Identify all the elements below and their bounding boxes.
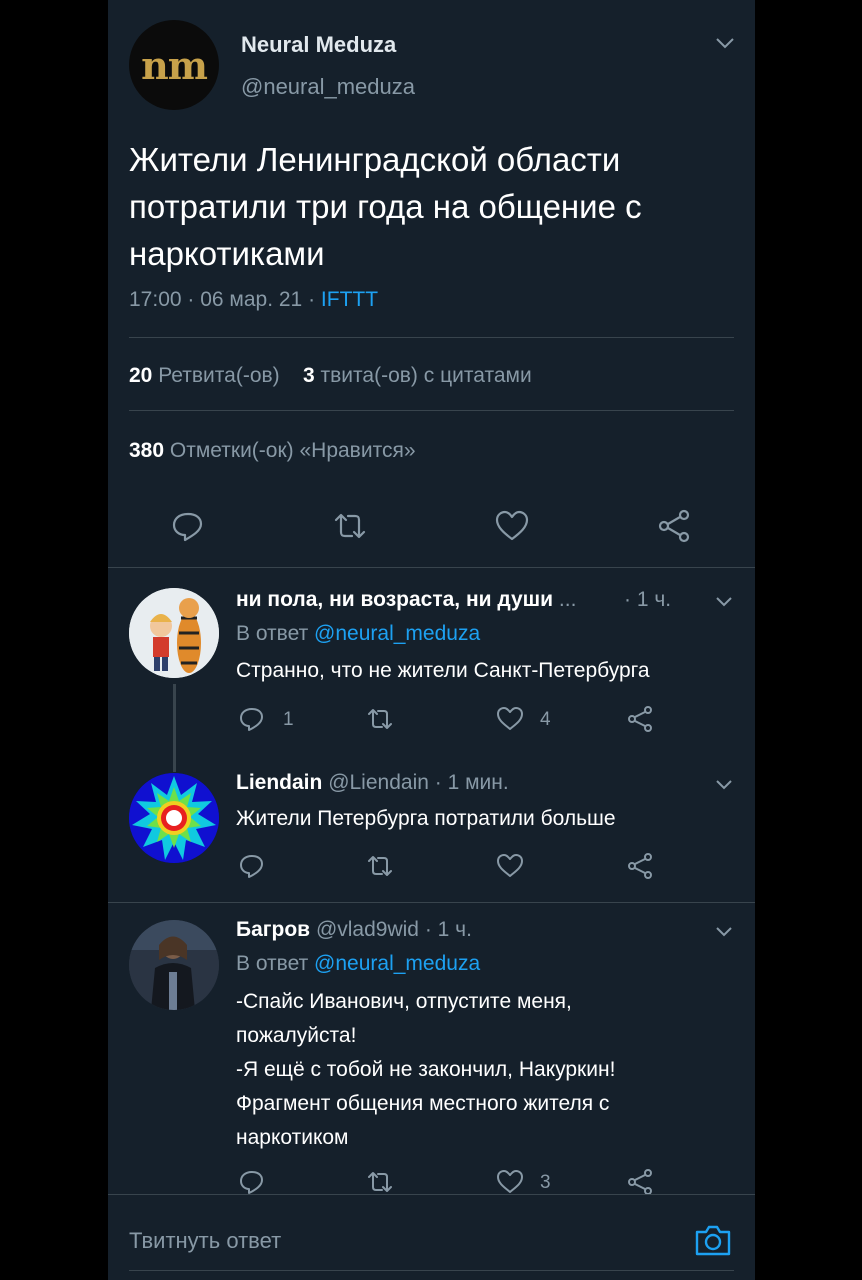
thread-connector bbox=[173, 684, 176, 772]
like-icon[interactable] bbox=[496, 852, 524, 880]
tweet-meta: 17:00 · 06 мар. 21 · IFTTT bbox=[129, 288, 378, 312]
reply-to-handle[interactable]: @neural_meduza bbox=[314, 622, 480, 645]
retweet-icon[interactable] bbox=[366, 852, 394, 880]
author-handle[interactable]: @neural_meduza bbox=[241, 74, 415, 100]
reply-header: ни пола, ни возраста, ни души ... bbox=[236, 588, 576, 612]
reply-header: Багров @vlad9wid · 1 ч. bbox=[236, 918, 472, 942]
divider bbox=[129, 337, 734, 338]
reply-to-label: В ответ bbox=[236, 952, 315, 975]
tweet-detail-screen: nm Neural Meduza @neural_meduza Жители Л… bbox=[108, 0, 755, 1280]
reply-icon[interactable] bbox=[238, 1168, 266, 1196]
reply-time: · 1 ч. bbox=[424, 918, 472, 941]
user-avatar[interactable] bbox=[129, 773, 219, 863]
divider bbox=[108, 567, 755, 568]
camera-icon[interactable] bbox=[694, 1223, 732, 1257]
reply-text: -Спайс Иванович, отпустите меня, пожалуй… bbox=[236, 985, 736, 1155]
quotes-count: 3 bbox=[303, 364, 315, 387]
like-icon[interactable] bbox=[494, 508, 530, 544]
tweet-source-link[interactable]: IFTTT bbox=[321, 288, 378, 311]
retweet-icon[interactable] bbox=[366, 1168, 394, 1196]
neural-meduza-avatar[interactable]: nm bbox=[129, 20, 219, 110]
like-stats[interactable]: 380 Отметки(-ок) «Нравится» bbox=[129, 439, 416, 463]
reply-text-line: пожалуйста! bbox=[236, 1024, 357, 1047]
divider bbox=[129, 410, 734, 411]
author-name[interactable]: Neural Meduza bbox=[241, 32, 396, 58]
name-ellipsis: ... bbox=[553, 588, 577, 611]
tweet-text-line: наркотиками bbox=[129, 235, 325, 272]
user-avatar[interactable] bbox=[129, 588, 219, 678]
reply-text: Странно, что не жители Санкт-Петербурга bbox=[236, 659, 650, 682]
reply-text-line: наркотиком bbox=[236, 1126, 349, 1149]
reply-author-handle[interactable]: @vlad9wid bbox=[316, 918, 419, 941]
retweets-label: Ретвита(-ов) bbox=[158, 364, 280, 387]
like-icon[interactable] bbox=[496, 705, 524, 733]
reply-author-handle[interactable]: @Liendain bbox=[328, 771, 429, 794]
reply-to-line: В ответ @neural_meduza bbox=[236, 952, 480, 976]
chevron-down-icon[interactable] bbox=[714, 924, 734, 938]
like-count: 3 bbox=[540, 1172, 551, 1193]
reply-count: 1 bbox=[283, 709, 294, 730]
tweet-text-line: потратили три года на общение с bbox=[129, 188, 642, 225]
chevron-down-icon[interactable] bbox=[714, 777, 734, 791]
reply-icon[interactable] bbox=[238, 705, 266, 733]
likes-label: Отметки(-ок) «Нравится» bbox=[169, 439, 416, 462]
reply-author-name[interactable]: Liendain bbox=[236, 771, 322, 794]
mandala-avatar-image bbox=[129, 773, 219, 863]
reply-text-line: -Спайс Иванович, отпустите меня, bbox=[236, 990, 572, 1013]
like-icon[interactable] bbox=[496, 1168, 524, 1196]
retweet-icon[interactable] bbox=[332, 508, 368, 544]
reply-icon[interactable] bbox=[238, 852, 266, 880]
chevron-down-icon[interactable] bbox=[714, 594, 734, 608]
reply-time: · 1 мин. bbox=[434, 771, 509, 794]
reply-to-handle[interactable]: @neural_meduza bbox=[314, 952, 480, 975]
retweet-icon[interactable] bbox=[366, 705, 394, 733]
share-icon[interactable] bbox=[626, 852, 654, 880]
retweets-count: 20 bbox=[129, 364, 153, 387]
reply-input-placeholder[interactable]: Твитнуть ответ bbox=[129, 1228, 281, 1254]
share-icon[interactable] bbox=[626, 705, 654, 733]
user-avatar[interactable] bbox=[129, 920, 219, 1010]
reply-text: Жители Петербурга потратили больше bbox=[236, 807, 616, 830]
reply-text-line: -Я ещё с тобой не закончил, Накуркин! bbox=[236, 1058, 616, 1081]
reply-author-name[interactable]: ни пола, ни возраста, ни души bbox=[236, 588, 553, 611]
photo-avatar-image bbox=[129, 920, 219, 1010]
reply-to-label: В ответ bbox=[236, 622, 315, 645]
quotes-label: твита(-ов) с цитатами bbox=[320, 364, 532, 387]
reply-time: · 1 ч. bbox=[624, 588, 672, 611]
tweet-text-line: Жители Ленинградской области bbox=[129, 141, 621, 178]
reply-to-line: В ответ @neural_meduza bbox=[236, 622, 480, 646]
cartoon-avatar-image bbox=[129, 588, 219, 678]
share-icon[interactable] bbox=[626, 1168, 654, 1196]
reply-text-line: Фрагмент общения местного жителя с bbox=[236, 1092, 610, 1115]
likes-count: 380 bbox=[129, 439, 165, 462]
reply-header: Liendain @Liendain · 1 мин. bbox=[236, 771, 509, 795]
reply-author-name[interactable]: Багров bbox=[236, 918, 310, 941]
retweet-stats[interactable]: 20 Ретвита(-ов) 3 твита(-ов) с цитатами bbox=[129, 364, 532, 388]
avatar-logo-text: nm bbox=[141, 42, 208, 88]
compose-underline bbox=[129, 1270, 734, 1271]
divider bbox=[108, 902, 755, 903]
share-icon[interactable] bbox=[656, 508, 692, 544]
like-count: 4 bbox=[540, 709, 551, 730]
reply-icon[interactable] bbox=[170, 508, 206, 544]
tweet-timestamp: 17:00 · 06 мар. 21 · bbox=[129, 288, 321, 311]
reply-compose-bar[interactable]: Твитнуть ответ bbox=[108, 1194, 755, 1280]
tweet-text: Жители Ленинградской области потратили т… bbox=[129, 136, 739, 277]
chevron-down-icon[interactable] bbox=[714, 35, 736, 51]
